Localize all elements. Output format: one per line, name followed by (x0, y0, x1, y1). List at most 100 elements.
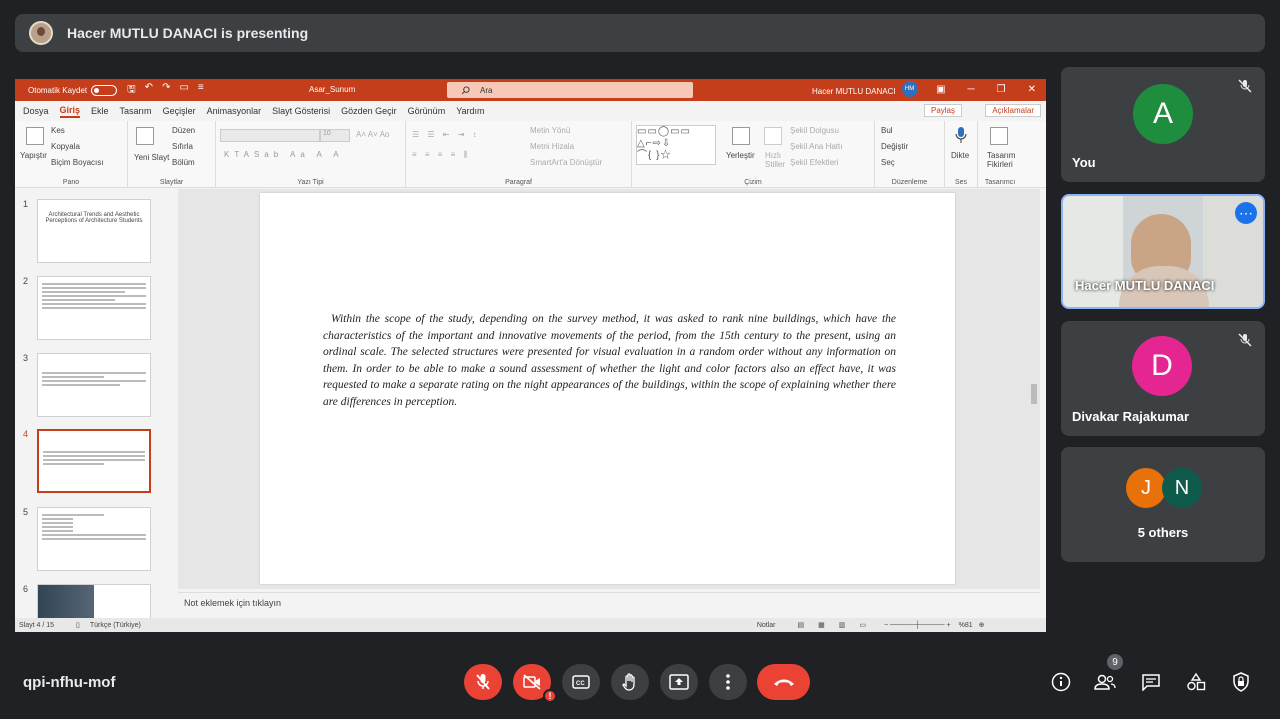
tab-dosya[interactable]: Dosya (23, 106, 49, 116)
tab-tasarim[interactable]: Tasarım (120, 106, 152, 116)
participant-tile-divakar[interactable]: D Divakar Rajakumar (1061, 321, 1265, 436)
share-button[interactable]: Paylaş (923, 104, 962, 117)
autosave[interactable]: Otomatik Kaydet (28, 84, 118, 96)
smartart-button[interactable]: SmartArt'a Dönüştür (530, 158, 602, 167)
slide-thumbnail[interactable] (37, 353, 151, 417)
slide-body-text[interactable]: Within the scope of the study, depending… (323, 311, 896, 410)
zoom-slider[interactable]: − ─────┼───── + (884, 622, 951, 629)
scroll-thumb[interactable] (1031, 384, 1037, 404)
more-options-button[interactable] (709, 664, 747, 700)
spellcheck-icon[interactable]: ▯ (76, 621, 80, 629)
redo-icon[interactable]: ↷ (162, 82, 170, 99)
tab-yardim[interactable]: Yardım (456, 106, 484, 116)
arrange-button[interactable]: Yerleştir (726, 151, 755, 160)
present-button[interactable] (660, 664, 698, 700)
replace-button[interactable]: Değiştir (881, 142, 908, 151)
slide-thumbnail[interactable] (37, 276, 151, 340)
chat-button[interactable] (1140, 671, 1162, 693)
font-format-icons[interactable]: KTASab Aa A A (224, 150, 344, 159)
comments-button[interactable]: Açıklamalar (985, 104, 1041, 117)
ribbon-display-icon[interactable]: ▣ (936, 84, 945, 95)
save-icon[interactable]: 🖫 (127, 82, 136, 99)
paste-icon[interactable] (26, 127, 44, 145)
select-button[interactable]: Seç (881, 158, 895, 167)
mic-toggle-button[interactable] (464, 664, 502, 700)
tab-slayt-gosterisi[interactable]: Slayt Gösterisi (272, 106, 330, 116)
align-text-button[interactable]: Metni Hizala (530, 142, 574, 151)
tab-animasyonlar[interactable]: Animasyonlar (207, 106, 262, 116)
tab-giris[interactable]: Giriş (59, 105, 81, 118)
quick-styles-icon[interactable] (764, 127, 782, 145)
thumb-num: 4 (23, 429, 29, 439)
autosave-toggle[interactable] (91, 84, 118, 96)
tab-gozden-gecir[interactable]: Gözden Geçir (341, 106, 397, 116)
participant-tile-you[interactable]: A You (1061, 67, 1265, 182)
cut-button[interactable]: Kes (51, 126, 65, 135)
raise-hand-button[interactable] (611, 664, 649, 700)
slide-thumbnail[interactable] (37, 507, 151, 571)
slide-scrollbar[interactable] (1030, 304, 1038, 632)
captions-button[interactable]: CC (562, 664, 600, 700)
participant-tile-presenter[interactable]: ⋯ Hacer MUTLU DANACI (1061, 194, 1265, 309)
quick-styles-button[interactable]: Hızlı Stiller (765, 151, 787, 169)
fit-slide-icon[interactable]: ⊕ (979, 621, 985, 629)
group-label-ses: Ses (954, 179, 968, 186)
search-box[interactable]: Ara (447, 82, 693, 98)
find-button[interactable]: Bul (881, 126, 893, 135)
design-ideas-icon[interactable] (990, 127, 1008, 145)
close-icon[interactable]: ✕ (1028, 84, 1036, 95)
layout-button[interactable]: Düzen (172, 126, 195, 135)
font-grow-icon[interactable]: A˄ A˅ Ao (356, 130, 389, 139)
meeting-details-button[interactable] (1050, 671, 1072, 693)
notes-pane[interactable]: Not eklemek için tıklayın (178, 592, 1040, 616)
arrange-icon[interactable] (732, 127, 750, 145)
tab-gorunum[interactable]: Görünüm (408, 106, 446, 116)
language-label[interactable]: Türkçe (Türkiye) (90, 622, 141, 629)
account[interactable]: Hacer MUTLU DANACI HM (812, 81, 918, 97)
slide-thumbnail[interactable]: Architectural Trends and Aesthetic Perce… (37, 199, 151, 263)
align-icons[interactable]: ≡ ≡ ≡ ≡ ⫼ (412, 150, 470, 160)
tab-ekle[interactable]: Ekle (91, 106, 109, 116)
activities-icon (1187, 672, 1206, 691)
minimize-icon[interactable]: ─ (968, 84, 975, 95)
shape-effects-button[interactable]: Şekil Efektleri (790, 158, 838, 167)
notes-toggle[interactable]: Notlar (757, 622, 776, 629)
new-slide-button[interactable]: Yeni Slayt (134, 153, 169, 162)
text-direction-button[interactable]: Metin Yönü (530, 126, 570, 135)
people-button[interactable]: 9 (1094, 654, 1123, 693)
reset-button[interactable]: Sıfırla (172, 142, 193, 151)
restore-icon[interactable]: ❐ (997, 84, 1006, 95)
view-buttons[interactable]: ▤▦▥▭ (798, 621, 880, 629)
file-name[interactable]: Asar_Sunum (309, 85, 355, 94)
shape-fill-button[interactable]: Şekil Dolgusu (790, 126, 839, 135)
camera-toggle-button[interactable]: ! (513, 664, 557, 703)
host-controls-button[interactable] (1230, 671, 1252, 693)
microphone-icon[interactable] (955, 126, 967, 144)
paste-button[interactable]: Yapıştır (20, 151, 47, 160)
section-button[interactable]: Bölüm (172, 158, 195, 167)
copy-button[interactable]: Kopyala (51, 142, 80, 151)
shape-outline-button[interactable]: Şekil Ana Hattı (790, 142, 842, 151)
mic-off-icon (1238, 333, 1252, 347)
tab-gecisler[interactable]: Geçişler (163, 106, 196, 116)
more-options-icon[interactable]: ⋯ (1235, 202, 1257, 224)
list-icons[interactable]: ☰ ☰ ⇤ ⇥ ↕ (412, 130, 480, 139)
design-ideas-button[interactable]: Tasarım Fikirleri (987, 151, 1017, 169)
leave-call-button[interactable] (757, 664, 810, 700)
present-icon[interactable]: ▭ (179, 82, 188, 99)
group-pano: Yapıştır Kes Kopyala Biçim Boyacısı Pano (15, 121, 128, 188)
participant-tile-others[interactable]: J N 5 others (1061, 447, 1265, 562)
slide-thumbnail-selected[interactable] (37, 429, 151, 493)
font-size-box[interactable]: 10 (320, 129, 350, 142)
undo-icon[interactable]: ↶ (145, 82, 153, 99)
dictate-button[interactable]: Dikte (951, 151, 969, 160)
font-name-box[interactable] (220, 129, 320, 142)
new-slide-icon[interactable] (136, 127, 154, 145)
activities-button[interactable] (1185, 671, 1207, 693)
shapes-gallery[interactable]: ▭▭◯▭▭ △⌐⇨⇩ ⌒{ }☆ (636, 125, 716, 165)
avatar-initial: J (1141, 476, 1151, 499)
customize-icon[interactable]: ≡ (198, 82, 204, 99)
zoom-level[interactable]: %81 (959, 622, 973, 629)
format-painter-button[interactable]: Biçim Boyacısı (51, 158, 103, 167)
current-slide[interactable]: Within the scope of the study, depending… (260, 193, 955, 584)
